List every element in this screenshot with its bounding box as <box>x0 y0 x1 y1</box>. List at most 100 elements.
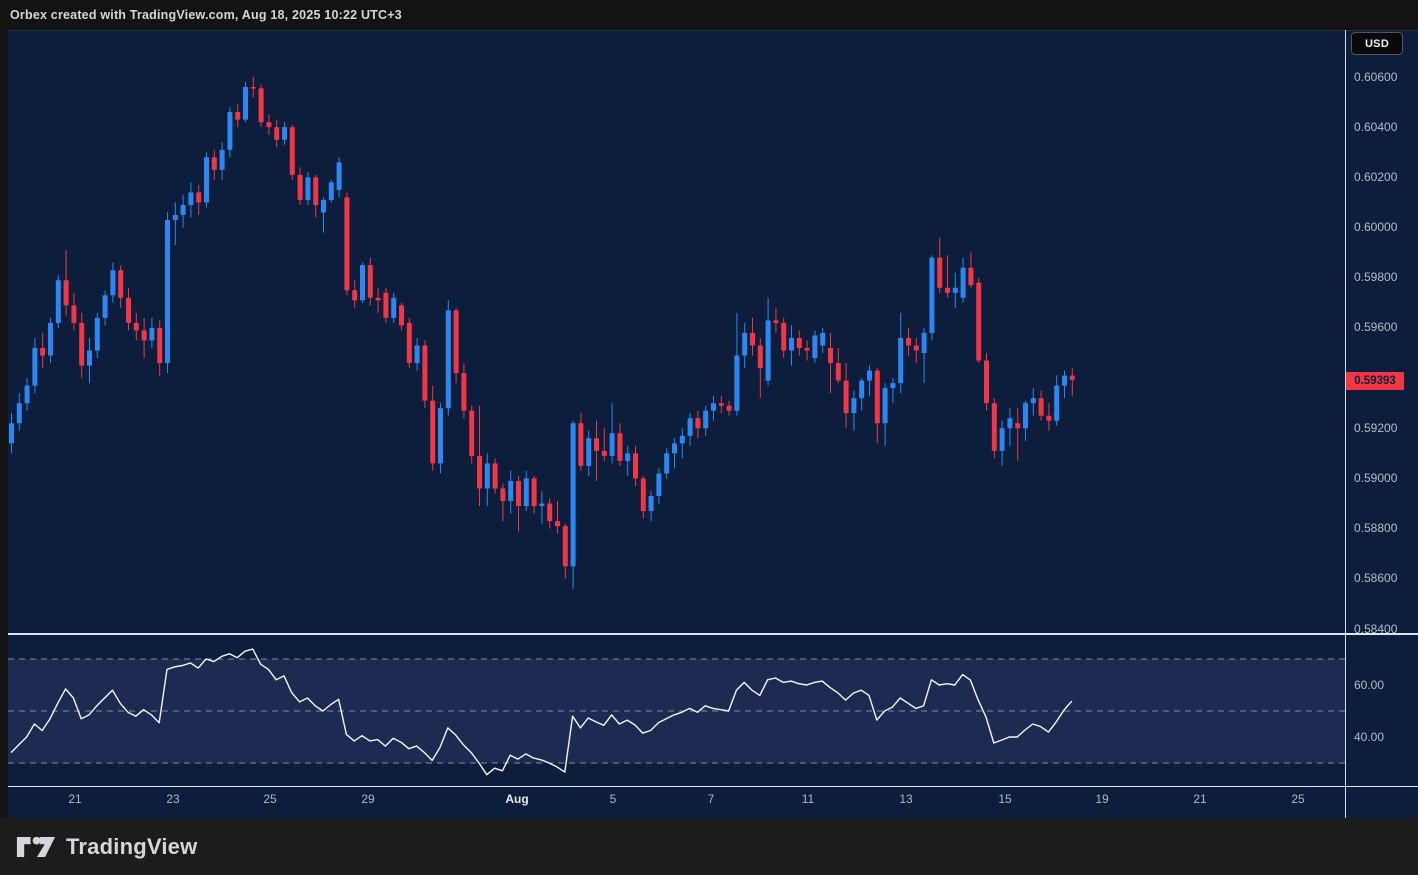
time-axis-label: 25 <box>1291 792 1304 806</box>
candle-down <box>142 330 147 340</box>
candle-down <box>493 463 498 488</box>
candle-up <box>173 215 178 220</box>
tradingview-logo[interactable]: TradingView <box>16 832 197 862</box>
candle-up <box>672 443 677 453</box>
chart-attribution-title: Orbex created with TradingView.com, Aug … <box>10 8 402 22</box>
candle-down <box>547 504 552 522</box>
candle-up <box>703 411 708 429</box>
candle-up <box>734 356 739 411</box>
price-axis[interactable]: 0.606000.604000.602000.600000.598000.596… <box>1346 30 1418 786</box>
candle-up <box>766 320 771 380</box>
candle-up <box>415 345 420 363</box>
candle-down <box>594 438 599 451</box>
price-axis-label: 0.60400 <box>1354 120 1397 134</box>
candle-up <box>329 182 334 200</box>
time-axis-label: 7 <box>708 792 715 806</box>
candle-up <box>961 268 966 298</box>
candle-up <box>110 270 115 295</box>
candle-down <box>422 345 427 400</box>
candle-up <box>680 436 685 444</box>
price-axis-label: 0.59600 <box>1354 320 1397 334</box>
candle-down <box>773 320 778 323</box>
time-axis[interactable]: 21232529Aug57111315192125 <box>8 788 1345 818</box>
price-axis-label: 0.60600 <box>1354 70 1397 84</box>
candle-down <box>79 323 84 366</box>
titlebar-divider <box>8 30 1418 31</box>
candle-up <box>1023 403 1028 428</box>
candle-down <box>641 478 646 511</box>
candle-down <box>407 323 412 363</box>
candle-up <box>890 383 895 388</box>
candle-up <box>305 177 310 200</box>
candle-down <box>578 423 583 466</box>
candle-down <box>368 265 373 298</box>
candle-up <box>508 481 513 501</box>
candle-up <box>851 398 856 413</box>
time-axis-label: 23 <box>166 792 179 806</box>
pane-separator-rsi[interactable] <box>8 633 1418 635</box>
candle-down <box>266 122 271 127</box>
candle-up <box>1000 428 1005 451</box>
candle-down <box>750 333 755 346</box>
candle-down <box>376 298 381 301</box>
candle-up <box>485 463 490 488</box>
candle-down <box>633 453 638 478</box>
price-axis-label: 0.60200 <box>1354 170 1397 184</box>
candle-down <box>914 345 919 350</box>
candle-down <box>399 305 404 325</box>
candle-down <box>1015 423 1020 428</box>
candle-up <box>165 220 170 363</box>
candle-down <box>836 363 841 381</box>
candle-down <box>563 526 568 566</box>
candle-down <box>134 323 139 331</box>
candle-down <box>71 305 76 323</box>
currency-toggle-button[interactable]: USD <box>1351 32 1403 55</box>
candle-down <box>758 345 763 368</box>
candle-up <box>625 453 630 461</box>
time-axis-label: 21 <box>68 792 81 806</box>
candle-up <box>883 388 888 423</box>
price-axis-label: 0.58800 <box>1354 521 1397 535</box>
candle-down <box>383 293 388 318</box>
candle-up <box>1007 418 1012 428</box>
time-axis-label: 5 <box>610 792 617 806</box>
candle-up <box>929 258 934 333</box>
time-axis-label: 15 <box>998 792 1011 806</box>
candle-up <box>181 205 186 215</box>
candle-up <box>17 403 22 423</box>
candle-down <box>469 411 474 456</box>
candle-up <box>32 348 37 386</box>
price-axis-label: 60.00 <box>1354 678 1384 692</box>
candle-down <box>64 280 69 305</box>
candle-down <box>1070 376 1075 380</box>
candle-down <box>259 88 264 122</box>
candle-up <box>1062 376 1067 386</box>
candle-down <box>290 127 295 175</box>
candle-down <box>344 197 349 290</box>
price-axis-label: 0.58400 <box>1354 622 1397 636</box>
candle-down <box>212 157 217 170</box>
candle-up <box>664 453 669 473</box>
candle-down <box>617 433 622 461</box>
current-price-value: 0.59393 <box>1354 375 1396 387</box>
time-axis-label: 25 <box>263 792 276 806</box>
candle-up <box>610 433 615 456</box>
candle-up <box>656 473 661 496</box>
candle-down <box>454 310 459 373</box>
candle-down <box>828 348 833 363</box>
candle-up <box>391 298 396 318</box>
candle-down <box>968 268 973 286</box>
candle-down <box>992 403 997 451</box>
candle-down <box>477 456 482 489</box>
time-axis-label-month: Aug <box>505 792 528 806</box>
candle-down <box>251 87 256 89</box>
candle-down <box>555 521 560 526</box>
candle-up <box>524 478 529 506</box>
candle-down <box>1046 416 1051 421</box>
candle-down <box>352 290 357 300</box>
candle-up <box>204 157 209 202</box>
chart-plot-area[interactable] <box>8 30 1345 818</box>
candle-up <box>742 333 747 356</box>
price-axis-label: 40.00 <box>1354 730 1384 744</box>
candle-down <box>1039 398 1044 416</box>
